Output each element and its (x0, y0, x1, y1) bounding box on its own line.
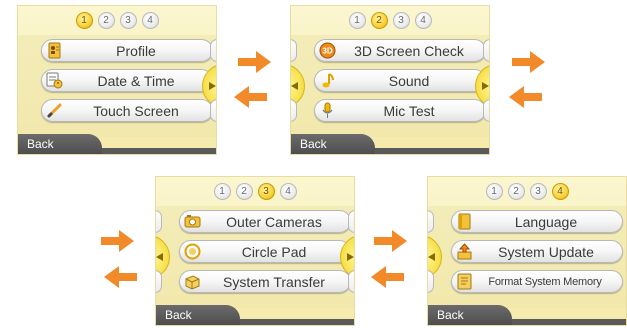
svg-text:3D: 3D (322, 47, 332, 56)
menu-item-label: Language (514, 213, 578, 230)
page-dot-2[interactable]: 2 (507, 183, 525, 200)
page-indicator: 1 2 3 4 (291, 12, 489, 29)
menu-item-label: System Transfer (223, 273, 325, 290)
back-button[interactable]: Back (291, 134, 375, 154)
settings-screen-page-3: 1 2 3 4 Outer Cameras Circle Pad System … (155, 176, 355, 326)
page-dot-4[interactable]: 4 (414, 12, 432, 29)
date-time-button[interactable]: Date & Time (41, 69, 213, 92)
page-dot-1[interactable]: 1 (213, 183, 231, 200)
backward-arrow-icon (234, 86, 267, 108)
camera-icon (184, 213, 201, 230)
format-system-memory-button[interactable]: Format System Memory (451, 270, 623, 293)
back-button[interactable]: Back (428, 305, 512, 325)
microphone-icon (319, 102, 336, 119)
calendar-clock-icon (46, 72, 63, 89)
forward-arrow-icon (101, 230, 134, 252)
backward-arrow-icon (509, 86, 542, 108)
system-update-button[interactable]: System Update (451, 240, 623, 263)
settings-screen-page-4: 1 2 3 4 Language System Update Format Sy… (427, 176, 627, 326)
arrow-left-icon (428, 253, 435, 261)
update-icon (456, 243, 473, 260)
menu-item-label: Sound (388, 72, 430, 89)
page-indicator: 1 2 3 4 (428, 183, 626, 200)
menu-item-label: 3D Screen Check (354, 42, 464, 59)
page-dot-1[interactable]: 1 (485, 183, 503, 200)
circle-pad-icon (184, 243, 201, 260)
sound-button[interactable]: Sound (314, 69, 486, 92)
music-note-icon (319, 72, 336, 89)
page-dot-2[interactable]: 2 (370, 12, 388, 29)
page-dot-2[interactable]: 2 (97, 12, 115, 29)
back-button[interactable]: Back (156, 305, 240, 325)
page-indicator: 1 2 3 4 (156, 183, 354, 200)
page-dot-1[interactable]: 1 (75, 12, 93, 29)
menu-item-label: System Update (498, 243, 594, 260)
settings-screen-page-1: 1 2 3 4 Profile Date & Time Touch Screen… (17, 5, 217, 155)
page-dot-3[interactable]: 3 (529, 183, 547, 200)
menu-item-label: Mic Test (383, 102, 435, 119)
page-dot-4[interactable]: 4 (551, 183, 569, 200)
profile-button[interactable]: Profile (41, 39, 213, 62)
transfer-box-icon (184, 273, 201, 290)
arrow-left-icon (291, 82, 298, 90)
3d-screen-check-button[interactable]: 3D 3D Screen Check (314, 39, 486, 62)
menu-item-label: Profile (116, 42, 156, 59)
3d-icon: 3D (319, 42, 336, 59)
settings-screen-page-2: 1 2 3 4 3D 3D Screen Check Sound Mic Tes… (290, 5, 490, 155)
forward-arrow-icon (238, 51, 271, 73)
page-indicator: 1 2 3 4 (18, 12, 216, 29)
arrow-left-icon (156, 253, 163, 261)
forward-arrow-icon (512, 51, 545, 73)
page-dot-3[interactable]: 3 (392, 12, 410, 29)
outer-cameras-button[interactable]: Outer Cameras (179, 210, 351, 233)
arrow-right-icon (482, 82, 489, 90)
page-dot-3[interactable]: 3 (119, 12, 137, 29)
page-dot-4[interactable]: 4 (279, 183, 297, 200)
arrow-right-icon (209, 82, 216, 90)
language-button[interactable]: Language (451, 210, 623, 233)
menu-item-label: Date & Time (97, 72, 175, 89)
back-button[interactable]: Back (18, 134, 102, 154)
backward-arrow-icon (371, 266, 404, 288)
mic-test-button[interactable]: Mic Test (314, 99, 486, 122)
book-icon (456, 213, 473, 230)
arrow-right-icon (347, 253, 354, 261)
menu-item-label: Outer Cameras (226, 213, 322, 230)
page-dot-1[interactable]: 1 (348, 12, 366, 29)
menu-item-label: Format System Memory (488, 275, 602, 288)
touch-screen-button[interactable]: Touch Screen (41, 99, 213, 122)
page-dot-2[interactable]: 2 (235, 183, 253, 200)
circle-pad-button[interactable]: Circle Pad (179, 240, 351, 263)
menu-item-label: Touch Screen (93, 102, 179, 119)
format-memory-icon (456, 273, 473, 290)
backward-arrow-icon (104, 266, 137, 288)
stylus-icon (46, 102, 63, 119)
profile-card-icon (46, 42, 63, 59)
forward-arrow-icon (374, 230, 407, 252)
menu-item-label: Circle Pad (241, 243, 307, 260)
system-transfer-button[interactable]: System Transfer (179, 270, 351, 293)
page-dot-4[interactable]: 4 (141, 12, 159, 29)
page-dot-3[interactable]: 3 (257, 183, 275, 200)
